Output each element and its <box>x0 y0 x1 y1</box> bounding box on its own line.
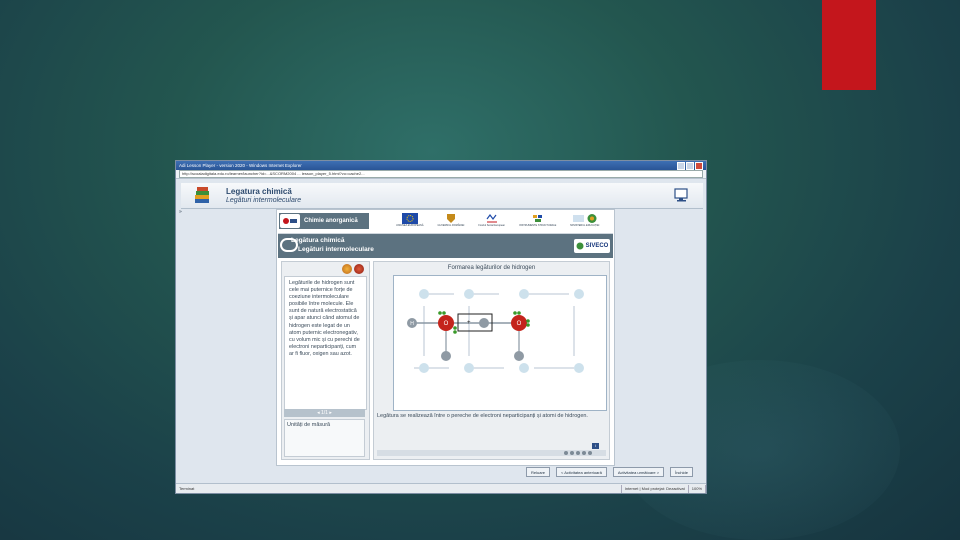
back-icon[interactable] <box>570 451 574 455</box>
url-field[interactable]: http://scoaladigitala.edu.ro/learner/lau… <box>179 170 703 178</box>
address-bar: http://scoaladigitala.edu.ro/learner/lau… <box>176 170 706 179</box>
siveco-logo: SIVECO <box>574 239 610 253</box>
accent-bar <box>822 0 876 90</box>
window-titlebar: Adi Lesson Player - version 2020 - Windo… <box>176 161 706 170</box>
window-title: Adi Lesson Player - version 2020 - Windo… <box>179 163 302 168</box>
fse-logo: Fondul Social European <box>478 213 505 227</box>
lesson-body: Legăturile de hidrogen sunt cele mai put… <box>289 280 360 357</box>
course-title: Chimie anorganică <box>304 218 358 224</box>
ministry-logo: MINISTERUL EDUCAȚIEI <box>570 213 599 227</box>
play-icon[interactable] <box>576 451 580 455</box>
page-indicator[interactable]: ◂ 1/1 ▸ <box>284 409 365 417</box>
svg-text:O: O <box>444 321 449 327</box>
status-bar: Terminat Internet | Mod protejat: Dezact… <box>176 483 706 493</box>
next-page-icon[interactable]: ▸ <box>328 410 332 416</box>
rewind-icon[interactable] <box>564 451 568 455</box>
forward-icon[interactable] <box>582 451 586 455</box>
simulation-title: Formarea legăturilor de hidrogen <box>447 265 536 271</box>
section-header: Legătura chimică Legături intermolecular… <box>278 234 613 258</box>
info-button[interactable]: i <box>592 443 599 449</box>
text-panel: Legăturile de hidrogen sunt cele mai put… <box>281 261 370 460</box>
status-text: Terminat <box>176 485 622 493</box>
svg-text:H: H <box>410 321 414 327</box>
lesson-header: Chimie anorganică UNIUNEA EUROPEANĂ GUVE… <box>278 211 613 234</box>
structural-instruments-logo: INSTRUMENTE STRUCTURALE <box>519 213 556 227</box>
app-subtitle: Legături intermoleculare <box>226 197 302 204</box>
course-banner: Chimie anorganică <box>279 213 369 229</box>
hydrogen-bond-diagram: H O + O <box>393 275 607 411</box>
left-panel: » <box>179 209 186 464</box>
maximize-icon[interactable] <box>686 161 694 170</box>
svg-text:O: O <box>517 321 522 327</box>
next-activity-button[interactable]: Activitatea următoare > <box>612 467 665 477</box>
section-subtitle: Legături intermoleculare <box>298 246 374 253</box>
eu-logo: UNIUNEA EUROPEANĂ <box>396 213 424 227</box>
simulation-panel: Formarea legăturilor de hidrogen H O + O… <box>373 261 610 460</box>
course-logo <box>280 214 300 228</box>
units-panel: Unități de măsură <box>284 419 365 457</box>
partner-logos: UNIUNEA EUROPEANĂ GUVERNUL ROMÂNIEI Fond… <box>396 213 599 227</box>
government-logo: GUVERNUL ROMÂNIEI <box>438 213 464 227</box>
record-icon[interactable] <box>354 264 364 274</box>
speaker-icon[interactable] <box>342 264 352 274</box>
playback-controls[interactable] <box>564 450 592 456</box>
end-icon[interactable] <box>588 451 592 455</box>
previous-activity-button[interactable]: < Activitatea anterioară <box>556 467 607 477</box>
lesson-frame: Chimie anorganică UNIUNEA EUROPEANĂ GUVE… <box>276 209 615 466</box>
simulation-caption: Legătura se realizează între o pereche d… <box>377 413 588 419</box>
app-title: Legatura chimică <box>226 187 292 196</box>
zoom-level[interactable]: 100% <box>689 485 706 493</box>
close-icon[interactable] <box>695 161 703 170</box>
restart-button[interactable]: Reluare <box>526 467 551 477</box>
playback-bar <box>377 450 606 456</box>
browser-window: Adi Lesson Player - version 2020 - Windo… <box>175 160 707 494</box>
navigation-buttons: Reluare < Activitatea anterioară Activit… <box>181 467 703 477</box>
lesson-text: Legăturile de hidrogen sunt cele mai put… <box>284 276 367 410</box>
app-header: Legatura chimică Legături intermolecular… <box>181 183 703 209</box>
svg-text:+: + <box>467 320 471 326</box>
security-zone: Internet | Mod protejat: Dezactivat <box>622 485 689 493</box>
audio-controls <box>342 264 364 274</box>
expand-marker[interactable]: » <box>179 209 182 215</box>
units-label: Unități de măsură <box>287 422 331 428</box>
close-button[interactable]: Închide <box>670 467 693 477</box>
section-title: Legătura chimică <box>291 237 345 244</box>
minimize-icon[interactable] <box>677 161 685 170</box>
books-icon <box>195 187 209 203</box>
monitor-icon[interactable] <box>674 188 690 202</box>
